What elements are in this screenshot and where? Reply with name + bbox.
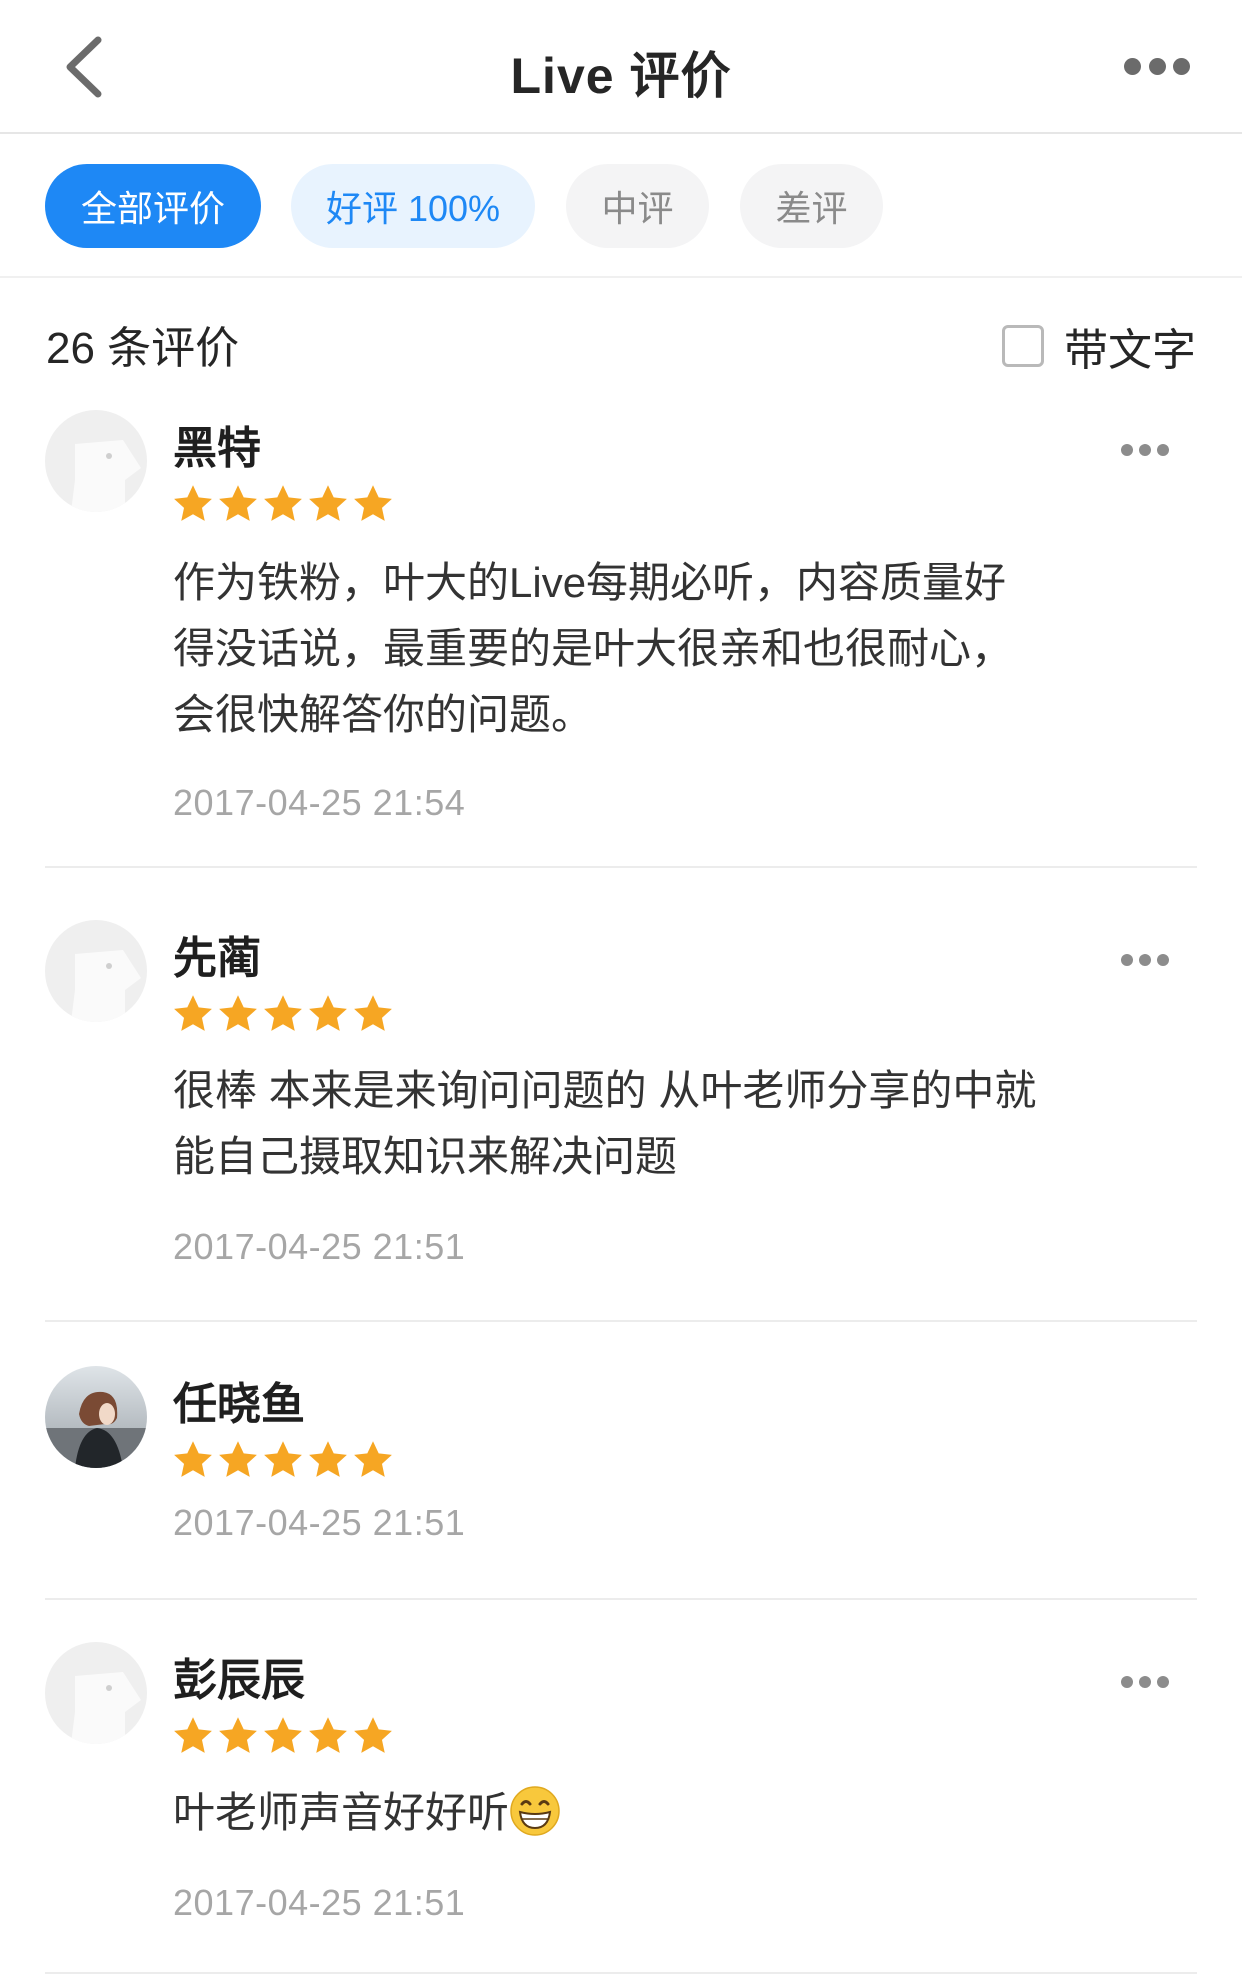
filter-all-button[interactable]: 全部评价 — [45, 164, 261, 248]
review-count: 26 条评价 — [46, 324, 240, 373]
review-content-line: 很棒 本来是来询问问题的 从叶老师分享的中就 — [173, 1067, 1037, 1114]
review-item: 先蔺 很棒 本来是来询问问题的 从叶老师分享的中就 能自己摄取知识来解决问题 2… — [45, 920, 1197, 1322]
review-item: 彭辰辰 叶老师声音好好听 2017-04-25 21:51 — [45, 1642, 1197, 1974]
avatar[interactable] — [45, 1366, 147, 1468]
filter-bad-button[interactable]: 差评 — [740, 164, 883, 248]
reviewer-name[interactable]: 先蔺 — [173, 922, 261, 986]
reviewer-name[interactable]: 黑特 — [173, 412, 261, 476]
review-date: 2017-04-25 21:51 — [173, 1882, 466, 1923]
filter-bar: 全部评价 好评 100% 中评 差评 — [0, 136, 1242, 278]
rating-stars — [171, 482, 396, 526]
star-icon — [264, 1717, 302, 1753]
review-more-button[interactable] — [1121, 1674, 1169, 1690]
default-avatar-icon — [45, 1642, 147, 1744]
review-item: 任晓鱼 2017-04-25 21:51 — [45, 1366, 1197, 1600]
dot-icon — [1121, 444, 1133, 456]
star-icon — [354, 1717, 392, 1753]
review-more-button[interactable] — [1121, 442, 1169, 458]
avatar[interactable] — [45, 410, 147, 512]
avatar[interactable] — [45, 1642, 147, 1744]
star-icon — [264, 485, 302, 521]
dot-icon — [1139, 444, 1151, 456]
star-icon — [309, 1717, 347, 1753]
review-item: 黑特 作为铁粉，叶大的Live每期必听，内容质量好 得没话说，最重要的是叶大很亲… — [45, 410, 1197, 868]
filter-neutral-button[interactable]: 中评 — [566, 164, 709, 248]
review-date: 2017-04-25 21:51 — [173, 1502, 466, 1543]
star-icon — [174, 1717, 212, 1753]
star-icon — [309, 995, 347, 1031]
dot-icon — [1157, 444, 1169, 456]
dot-icon — [1124, 57, 1141, 75]
review-content-line: 作为铁粉，叶大的Live每期必听，内容质量好 — [173, 559, 1007, 606]
star-icon — [354, 485, 392, 521]
star-icon — [264, 1441, 302, 1477]
star-icon — [174, 1441, 212, 1477]
dot-icon — [1148, 57, 1166, 75]
star-icon — [354, 1441, 392, 1477]
dot-icon — [1121, 954, 1133, 966]
dot-icon — [1121, 1676, 1133, 1688]
review-content-line: 能自己摄取知识来解决问题 — [173, 1133, 678, 1180]
rating-stars — [171, 992, 396, 1036]
review-content-line: 叶老师声音好好听 — [173, 1789, 510, 1836]
grinning-face-emoji-icon — [510, 1786, 560, 1836]
reviewer-name[interactable]: 任晓鱼 — [173, 1368, 305, 1432]
filter-good-button[interactable]: 好评 100% — [291, 164, 535, 248]
dot-icon — [1139, 1676, 1151, 1688]
rating-stars — [171, 1438, 396, 1482]
more-options-button[interactable] — [1124, 52, 1190, 80]
reviewer-name[interactable]: 彭辰辰 — [173, 1644, 305, 1708]
avatar[interactable] — [45, 920, 147, 1022]
star-icon — [264, 995, 302, 1031]
review-content: 叶老师声音好好听 — [173, 1780, 1103, 1846]
star-icon — [219, 1717, 257, 1753]
star-icon — [219, 995, 257, 1031]
photo-avatar-icon — [45, 1366, 147, 1468]
default-avatar-icon — [45, 410, 147, 512]
review-content: 很棒 本来是来询问问题的 从叶老师分享的中就 能自己摄取知识来解决问题 — [173, 1058, 1103, 1190]
text-only-label: 带文字 — [1064, 326, 1196, 375]
review-more-button[interactable] — [1121, 952, 1169, 968]
checkbox[interactable] — [1002, 325, 1044, 367]
star-icon — [309, 1441, 347, 1477]
text-only-toggle[interactable]: 带文字 — [1002, 314, 1196, 378]
default-avatar-icon — [45, 920, 147, 1022]
dot-icon — [1157, 954, 1169, 966]
star-icon — [354, 995, 392, 1031]
star-icon — [174, 485, 212, 521]
dot-icon — [1173, 57, 1190, 75]
dot-icon — [1157, 1676, 1169, 1688]
star-icon — [309, 485, 347, 521]
rating-stars — [171, 1714, 396, 1758]
review-content-line: 会很快解答你的问题。 — [173, 691, 594, 738]
review-date: 2017-04-25 21:51 — [173, 1226, 466, 1267]
review-content: 作为铁粉，叶大的Live每期必听，内容质量好 得没话说，最重要的是叶大很亲和也很… — [173, 550, 1103, 748]
star-icon — [219, 1441, 257, 1477]
star-icon — [219, 485, 257, 521]
review-date: 2017-04-25 21:54 — [173, 782, 466, 823]
navigation-bar: Live 评价 — [0, 0, 1242, 134]
page-title: Live 评价 — [510, 48, 732, 104]
star-icon — [174, 995, 212, 1031]
dot-icon — [1139, 954, 1151, 966]
review-content-line: 得没话说，最重要的是叶大很亲和也很耐心， — [173, 625, 1014, 672]
